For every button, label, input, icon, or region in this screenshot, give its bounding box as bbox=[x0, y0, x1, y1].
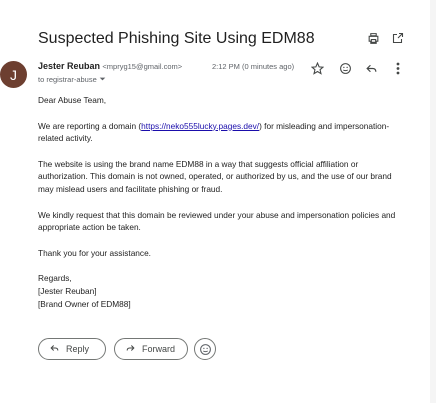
body-paragraph-3: We kindly request that this domain be re… bbox=[38, 209, 396, 233]
greeting: Dear Abuse Team, bbox=[38, 95, 107, 105]
reply-label: Reply bbox=[66, 344, 90, 354]
recipient-line[interactable]: to registrar-abuse bbox=[38, 75, 106, 84]
snooze-icon[interactable] bbox=[165, 0, 177, 8]
reply-icon[interactable] bbox=[361, 58, 381, 78]
older-icon[interactable] bbox=[380, 0, 394, 8]
open-in-new-icon[interactable] bbox=[388, 28, 408, 48]
reply-button[interactable]: Reply bbox=[38, 338, 106, 360]
email-subject: Suspected Phishing Site Using EDM88 bbox=[38, 30, 315, 47]
archive-icon[interactable] bbox=[40, 0, 50, 8]
newer-icon[interactable] bbox=[352, 0, 362, 8]
sender-avatar[interactable]: J bbox=[0, 61, 27, 88]
body-paragraph-2: The website is using the brand name EDM8… bbox=[38, 158, 392, 194]
star-icon[interactable] bbox=[307, 58, 327, 78]
sender-row: Jester Reuban <mpryg15@gmail.com> 2:12 P… bbox=[38, 61, 418, 75]
delete-icon[interactable] bbox=[93, 0, 103, 8]
sender-email: <mpryg15@gmail.com> bbox=[102, 62, 183, 71]
emoji-react-icon bbox=[199, 343, 211, 355]
timestamp: 2:12 PM (0 minutes ago) bbox=[212, 62, 295, 71]
signature-name: [Jester Reuban] bbox=[38, 285, 97, 296]
mark-unread-icon[interactable] bbox=[136, 0, 148, 8]
forward-button[interactable]: Forward bbox=[114, 338, 188, 360]
forward-label: Forward bbox=[142, 344, 176, 354]
print-icon[interactable] bbox=[363, 28, 383, 48]
more-vert-icon[interactable] bbox=[388, 58, 408, 78]
more-menu-icon[interactable] bbox=[405, 0, 411, 8]
reported-domain-link[interactable]: https://neko555lucky.pages.dev/ bbox=[141, 121, 259, 131]
signature-title: [Brand Owner of EDM88] bbox=[38, 298, 131, 309]
report-spam-icon[interactable] bbox=[66, 0, 78, 8]
body-paragraph-1: We are reporting a domain (https://neko5… bbox=[38, 120, 390, 144]
reply-actions: Reply Forward bbox=[38, 338, 298, 362]
email-body: Dear Abuse Team, We are reporting a doma… bbox=[38, 94, 408, 310]
more-actions-icon[interactable] bbox=[196, 0, 200, 8]
subject-row: Suspected Phishing Site Using EDM88 bbox=[38, 28, 418, 52]
toolbar-partial bbox=[0, 0, 436, 8]
reply-arrow-icon bbox=[49, 343, 60, 356]
body-paragraph-4: Thank you for your assistance. bbox=[38, 247, 151, 258]
emoji-icon[interactable] bbox=[335, 58, 355, 78]
forward-arrow-icon bbox=[125, 343, 136, 356]
sender-name[interactable]: Jester Reuban bbox=[38, 61, 100, 71]
chevron-down-icon[interactable] bbox=[99, 75, 106, 84]
scrollbar[interactable] bbox=[430, 0, 436, 403]
react-emoji-button[interactable] bbox=[194, 338, 216, 360]
signature-regards: Regards, bbox=[38, 273, 72, 284]
recipient-text: to registrar-abuse bbox=[38, 75, 97, 84]
